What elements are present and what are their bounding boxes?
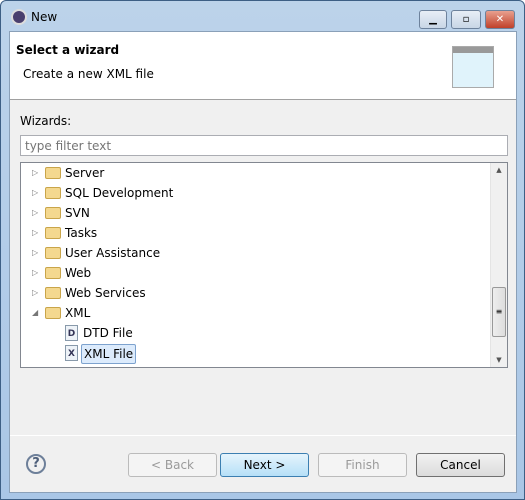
tree-item[interactable]: ▷ SQL Development: [21, 183, 491, 203]
new-wizard-window: New ▁ ▫ ✕ Select a wizard Create a new X…: [0, 0, 525, 500]
maximize-button[interactable]: ▫: [451, 10, 481, 29]
folder-icon: [45, 167, 61, 179]
help-icon[interactable]: ?: [26, 454, 46, 474]
tree-item-label: Tasks: [65, 226, 98, 240]
tree-item[interactable]: ◢ XML: [21, 303, 491, 323]
cancel-button[interactable]: Cancel: [416, 453, 505, 477]
tree-item[interactable]: ▷ User Assistance: [21, 243, 491, 263]
folder-icon: [45, 227, 61, 239]
wizard-header: Select a wizard Create a new XML file: [10, 32, 516, 100]
tree-item-label: XML: [65, 306, 91, 320]
dialog-body: Select a wizard Create a new XML file Wi…: [9, 31, 517, 493]
tree-item-label: SQL Development: [65, 186, 174, 200]
eclipse-icon: [11, 9, 27, 25]
folder-icon: [45, 207, 61, 219]
page-description: Create a new XML file: [23, 67, 154, 81]
tree-item-label: Server: [65, 166, 105, 180]
folder-icon: [45, 187, 61, 199]
window-title: New: [31, 10, 58, 24]
tree-item-label: XML File: [81, 344, 137, 364]
scroll-up-icon[interactable]: ▲: [491, 166, 507, 174]
expand-arrow-icon[interactable]: ▷: [32, 163, 38, 183]
folder-icon: [45, 287, 61, 299]
folder-icon: [45, 307, 61, 319]
expand-arrow-icon[interactable]: ▷: [32, 223, 38, 243]
close-button[interactable]: ✕: [485, 10, 515, 29]
tree-item[interactable]: ▷ SVN: [21, 203, 491, 223]
page-title: Select a wizard: [16, 43, 120, 57]
finish-button[interactable]: Finish: [318, 453, 407, 477]
wizard-banner-icon: [452, 46, 494, 88]
expand-arrow-icon[interactable]: ▷: [32, 183, 38, 203]
expand-arrow-icon[interactable]: ▷: [32, 283, 38, 303]
tree-item-label: User Assistance: [65, 246, 161, 260]
tree-item[interactable]: ▷ Web: [21, 263, 491, 283]
tree-item[interactable]: D DTD File: [21, 323, 491, 343]
expand-arrow-icon[interactable]: ▷: [32, 243, 38, 263]
file-icon: X: [65, 345, 78, 361]
wizards-label: Wizards:: [20, 114, 72, 128]
scrollbar-thumb[interactable]: ≡: [492, 287, 506, 337]
expand-arrow-icon[interactable]: ▷: [32, 263, 38, 283]
separator: [10, 435, 516, 436]
tree-item-label: DTD File: [83, 326, 133, 340]
file-icon: D: [65, 325, 78, 341]
tree-item[interactable]: ▷ Server: [21, 163, 491, 183]
expand-arrow-icon[interactable]: ▷: [32, 203, 38, 223]
back-button[interactable]: < Back: [128, 453, 217, 477]
tree-scrollbar[interactable]: ▲ ≡ ▼: [490, 163, 507, 367]
collapse-arrow-icon[interactable]: ◢: [32, 303, 38, 323]
tree-item[interactable]: ▷ Web Services: [21, 283, 491, 303]
tree-item-label: Web Services: [65, 286, 146, 300]
filter-input[interactable]: [20, 135, 508, 156]
tree-item[interactable]: ▷ Tasks: [21, 223, 491, 243]
folder-icon: [45, 247, 61, 259]
scroll-down-icon[interactable]: ▼: [491, 356, 507, 364]
tree-item[interactable]: X XML File: [21, 343, 491, 364]
tree-item-label: SVN: [65, 206, 90, 220]
tree-item-label: Web: [65, 266, 92, 280]
minimize-button[interactable]: ▁: [419, 10, 447, 29]
next-button[interactable]: Next >: [220, 453, 309, 477]
folder-icon: [45, 267, 61, 279]
wizard-tree: ▲ ≡ ▼ ▷ Server ▷ SQL Development ▷ SVN ▷ Tasks ▷…: [20, 162, 508, 368]
